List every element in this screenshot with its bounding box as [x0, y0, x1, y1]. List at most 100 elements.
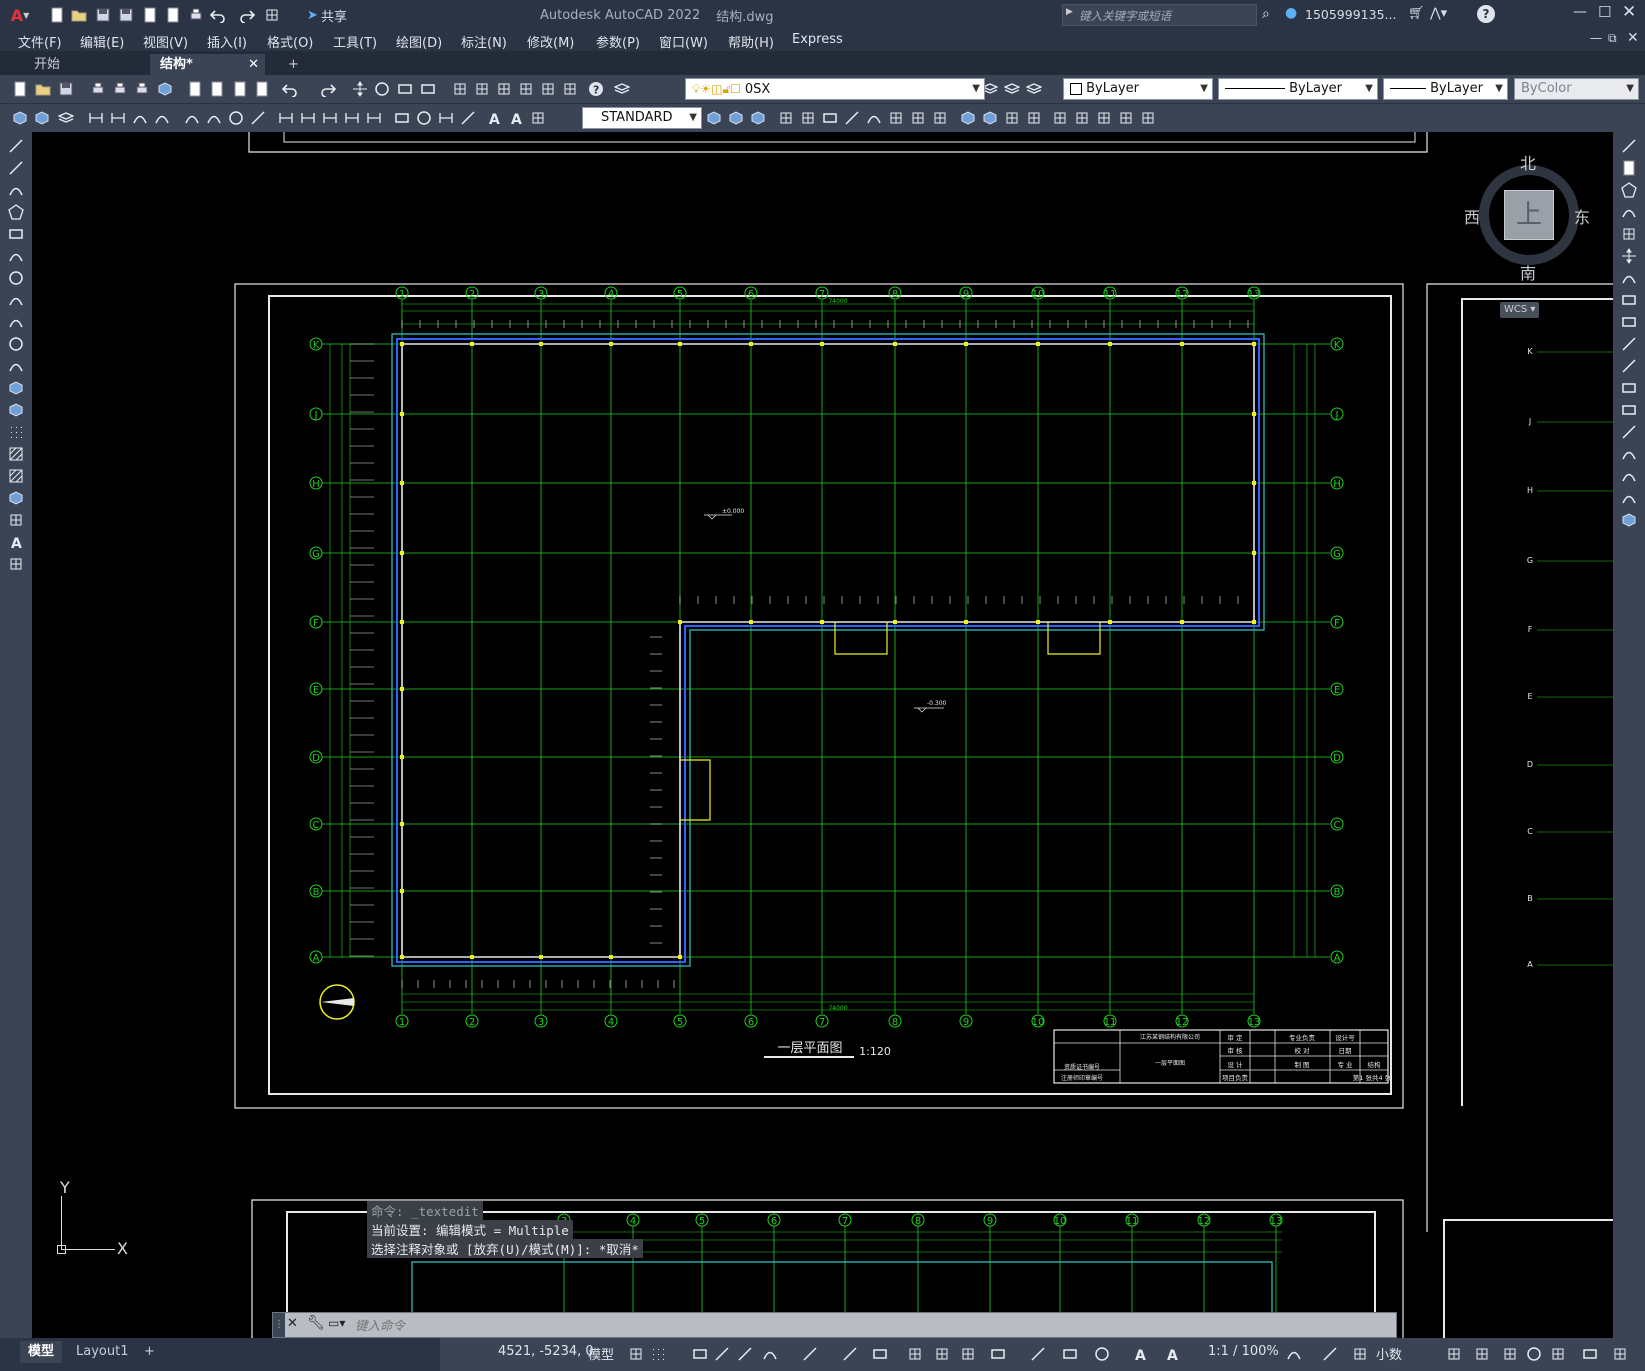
extend-icon[interactable] — [1619, 356, 1639, 376]
rotate-icon[interactable] — [1619, 268, 1639, 288]
open-icon[interactable] — [69, 5, 89, 25]
menu-item[interactable]: Express — [792, 32, 843, 47]
copy-icon[interactable] — [207, 79, 227, 99]
break-at-point-icon[interactable] — [1619, 378, 1639, 398]
join-icon[interactable] — [1619, 422, 1639, 442]
aligned-dim-icon[interactable] — [108, 108, 128, 128]
shade-3-icon[interactable] — [1002, 108, 1022, 128]
viewcube-top-face[interactable]: 上 — [1504, 190, 1554, 240]
ucs-5-icon[interactable] — [1138, 108, 1158, 128]
open-web-icon[interactable] — [140, 5, 160, 25]
pan-icon[interactable] — [350, 79, 370, 99]
polar-tracking-icon[interactable] — [760, 1344, 780, 1364]
autodesk-icon[interactable]: ⋀▾ — [1430, 6, 1447, 21]
status-menu-icon[interactable] — [1610, 1344, 1630, 1364]
close-button[interactable]: ✕ — [1622, 2, 1636, 22]
view-10-icon[interactable] — [908, 108, 928, 128]
save-web-icon[interactable] — [163, 5, 183, 25]
command-input[interactable] — [355, 1315, 1385, 1335]
isolate-objects-icon[interactable] — [1472, 1344, 1492, 1364]
ucs-4-icon[interactable] — [1116, 108, 1136, 128]
model-space-toggle[interactable]: 模型 — [588, 1344, 614, 1363]
new-tab-button[interactable]: + — [278, 54, 309, 75]
move-icon[interactable] — [1619, 246, 1639, 266]
array-icon[interactable] — [1619, 224, 1639, 244]
annotation-visibility-icon[interactable]: A — [1130, 1344, 1150, 1364]
ellipse-arc-icon[interactable] — [6, 356, 26, 376]
view-2-icon[interactable] — [726, 108, 746, 128]
make-block-icon[interactable] — [32, 108, 52, 128]
add-selected-icon[interactable] — [6, 554, 26, 574]
inspect-icon[interactable] — [436, 108, 456, 128]
lock-ui-icon[interactable] — [1444, 1344, 1464, 1364]
plot-icon[interactable] — [186, 5, 206, 25]
view-5-icon[interactable] — [798, 108, 818, 128]
trim-icon[interactable] — [1619, 334, 1639, 354]
scale-icon[interactable] — [1619, 290, 1639, 310]
tolerance-icon[interactable] — [392, 108, 412, 128]
blend-icon[interactable] — [1619, 488, 1639, 508]
units-dropdown[interactable]: 小数 — [1376, 1344, 1402, 1363]
copy-icon[interactable] — [1619, 158, 1639, 178]
3d-osnap-icon[interactable] — [988, 1344, 1008, 1364]
ellipse-icon[interactable] — [6, 334, 26, 354]
annotation-monitor-icon[interactable] — [1320, 1344, 1340, 1364]
arc-icon[interactable] — [6, 246, 26, 266]
undo-icon[interactable] — [208, 5, 228, 25]
match-properties-icon[interactable] — [252, 79, 272, 99]
tab-structure[interactable]: 结构* ✕ — [150, 54, 265, 75]
line-icon[interactable] — [6, 136, 26, 156]
center-mark-icon[interactable] — [414, 108, 434, 128]
save-icon[interactable] — [93, 5, 113, 25]
cart-icon[interactable]: 🛒︎ — [1408, 6, 1425, 21]
compass-east[interactable]: 东 — [1574, 204, 1590, 228]
jogged-dim-icon[interactable] — [204, 108, 224, 128]
user-name[interactable]: 1505999135... — [1305, 7, 1396, 22]
annotation-scale[interactable]: 1:1 / 100% — [1208, 1344, 1279, 1359]
redo-icon[interactable] — [318, 79, 338, 99]
help-icon[interactable]: ? — [586, 79, 606, 99]
plot-icon[interactable] — [88, 79, 108, 99]
viewcube[interactable]: 上 北 南 西 东 — [1464, 150, 1594, 283]
sheet-set-icon[interactable] — [516, 79, 536, 99]
view-3-icon[interactable] — [748, 108, 768, 128]
ordinate-dim-icon[interactable] — [152, 108, 172, 128]
view-4-icon[interactable] — [776, 108, 796, 128]
infer-constraints-icon[interactable] — [690, 1344, 710, 1364]
properties-icon[interactable] — [450, 79, 470, 99]
linear-dim-icon[interactable] — [86, 108, 106, 128]
ucs-2-icon[interactable] — [1072, 108, 1092, 128]
tab-start[interactable]: 开始 — [24, 54, 149, 75]
ucs-3-icon[interactable] — [1094, 108, 1114, 128]
command-prompt-icon[interactable]: ▭▾ — [328, 1316, 345, 1330]
gradient-icon[interactable] — [6, 466, 26, 486]
shade-2-icon[interactable] — [980, 108, 1000, 128]
view-9-icon[interactable] — [886, 108, 906, 128]
edit-dim-icon[interactable]: A — [484, 108, 504, 128]
rectangle-icon[interactable] — [6, 224, 26, 244]
mtext-icon[interactable]: A — [6, 532, 26, 552]
menu-item[interactable]: 标注(N) — [461, 32, 507, 51]
arc-length-icon[interactable] — [130, 108, 150, 128]
break-icon[interactable] — [1619, 400, 1639, 420]
object-snap-icon[interactable] — [870, 1344, 890, 1364]
view-1-icon[interactable] — [704, 108, 724, 128]
doc-minimize-button[interactable]: — — [1590, 31, 1602, 45]
continue-dim-icon[interactable] — [320, 108, 340, 128]
drawing-canvas[interactable]: 1 1 2 2 3 3 4 4 5 5 6 6 7 7 8 8 9 9 10 10 11 11 12 12 13 13 K K J J H H… — [32, 132, 1613, 1338]
gizmo-icon[interactable] — [1092, 1344, 1112, 1364]
wcs-menu[interactable]: WCS ▾ — [1500, 302, 1540, 318]
jogged-linear-icon[interactable] — [458, 108, 478, 128]
edit-dim-text-icon[interactable]: A — [506, 108, 526, 128]
new-layout-button[interactable]: + — [134, 1341, 165, 1363]
menu-item[interactable]: 编辑(E) — [80, 32, 124, 51]
open-icon[interactable] — [33, 79, 53, 99]
selection-cycling-icon[interactable] — [958, 1344, 978, 1364]
polygon-icon[interactable] — [6, 202, 26, 222]
compass-south[interactable]: 南 — [1520, 260, 1536, 284]
grid-display-icon[interactable] — [626, 1344, 646, 1364]
search-icon[interactable]: ⌕ — [1262, 6, 1270, 22]
auto-scale-icon[interactable]: A — [1162, 1344, 1182, 1364]
transparency-icon[interactable] — [932, 1344, 952, 1364]
revision-cloud-icon[interactable] — [6, 290, 26, 310]
